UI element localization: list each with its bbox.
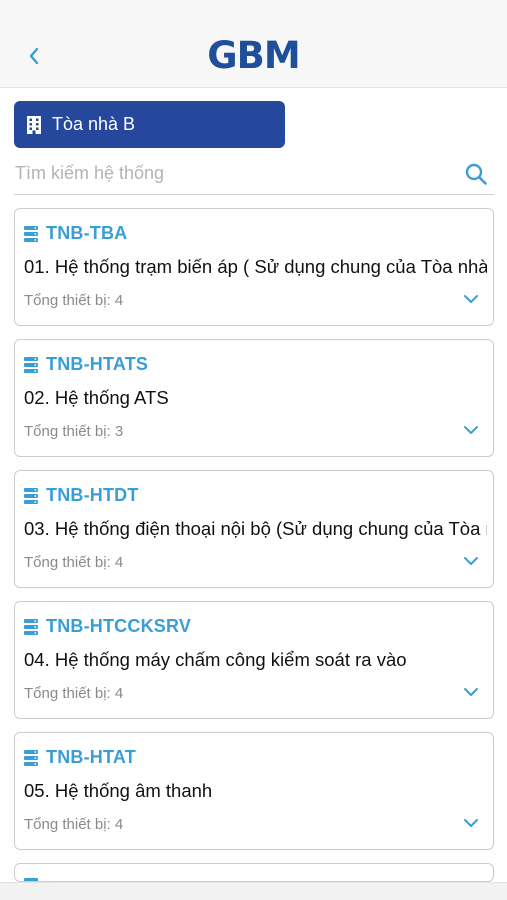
system-name: 02. Hệ thống ATS bbox=[24, 387, 169, 408]
system-card[interactable]: TNB-HTATS 02. Hệ thống ATS Tổng thiết bị… bbox=[14, 339, 494, 457]
system-card[interactable]: TNB-TBA 01. Hệ thống trạm biến áp ( Sử d… bbox=[14, 208, 494, 326]
device-count: Tổng thiết bị: 3 bbox=[24, 423, 124, 440]
device-count: Tổng thiết bị: 4 bbox=[24, 554, 124, 571]
server-icon bbox=[24, 749, 38, 766]
search-icon[interactable] bbox=[460, 158, 492, 190]
device-count: Tổng thiết bị: 4 bbox=[24, 685, 124, 702]
system-code: TNB-HTAT bbox=[46, 747, 136, 767]
search-bar bbox=[14, 153, 494, 195]
system-card-partial[interactable] bbox=[14, 863, 494, 882]
system-code-row: TNB-HTAT bbox=[24, 747, 136, 768]
building-icon bbox=[27, 115, 41, 134]
app-header: GBM bbox=[0, 0, 507, 88]
search-input[interactable] bbox=[14, 155, 460, 192]
building-selector-button[interactable]: Tòa nhà B bbox=[14, 101, 285, 148]
system-code: TNB-HTCCKSRV bbox=[46, 616, 192, 636]
server-icon bbox=[24, 356, 38, 373]
system-code-row: TNB-HTDT bbox=[24, 485, 139, 506]
system-name: 01. Hệ thống trạm biến áp ( Sử dụng chun… bbox=[24, 256, 487, 277]
server-icon bbox=[24, 618, 38, 635]
building-label: Tòa nhà B bbox=[52, 114, 136, 134]
server-icon bbox=[24, 225, 38, 242]
server-icon bbox=[24, 487, 38, 504]
chevron-down-icon[interactable] bbox=[463, 555, 479, 567]
chevron-down-icon[interactable] bbox=[463, 293, 479, 305]
device-count: Tổng thiết bị: 4 bbox=[24, 292, 124, 309]
system-code-row: TNB-HTATS bbox=[24, 354, 148, 375]
system-code-row: TNB-TBA bbox=[24, 223, 127, 244]
system-name: 03. Hệ thống điện thoại nội bộ (Sử dụng … bbox=[24, 518, 487, 539]
system-code: TNB-HTATS bbox=[46, 354, 149, 374]
system-name: 05. Hệ thống âm thanh bbox=[24, 780, 213, 801]
system-code: TNB-TBA bbox=[46, 223, 128, 243]
system-card[interactable]: TNB-HTDT 03. Hệ thống điện thoại nội bộ … bbox=[14, 470, 494, 588]
chevron-down-icon[interactable] bbox=[463, 424, 479, 436]
system-code: TNB-HTDT bbox=[46, 485, 139, 505]
app-logo: GBM bbox=[207, 34, 300, 77]
system-card[interactable]: TNB-HTCCKSRV 04. Hệ thống máy chấm công … bbox=[14, 601, 494, 719]
chevron-down-icon[interactable] bbox=[463, 686, 479, 698]
bottom-bar bbox=[0, 882, 507, 900]
system-name: 04. Hệ thống máy chấm công kiểm soát ra … bbox=[24, 649, 407, 670]
chevron-down-icon[interactable] bbox=[463, 817, 479, 829]
system-code-row: TNB-HTCCKSRV bbox=[24, 616, 191, 637]
system-card[interactable]: TNB-HTAT 05. Hệ thống âm thanh Tổng thiế… bbox=[14, 732, 494, 850]
device-count: Tổng thiết bị: 4 bbox=[24, 816, 124, 833]
